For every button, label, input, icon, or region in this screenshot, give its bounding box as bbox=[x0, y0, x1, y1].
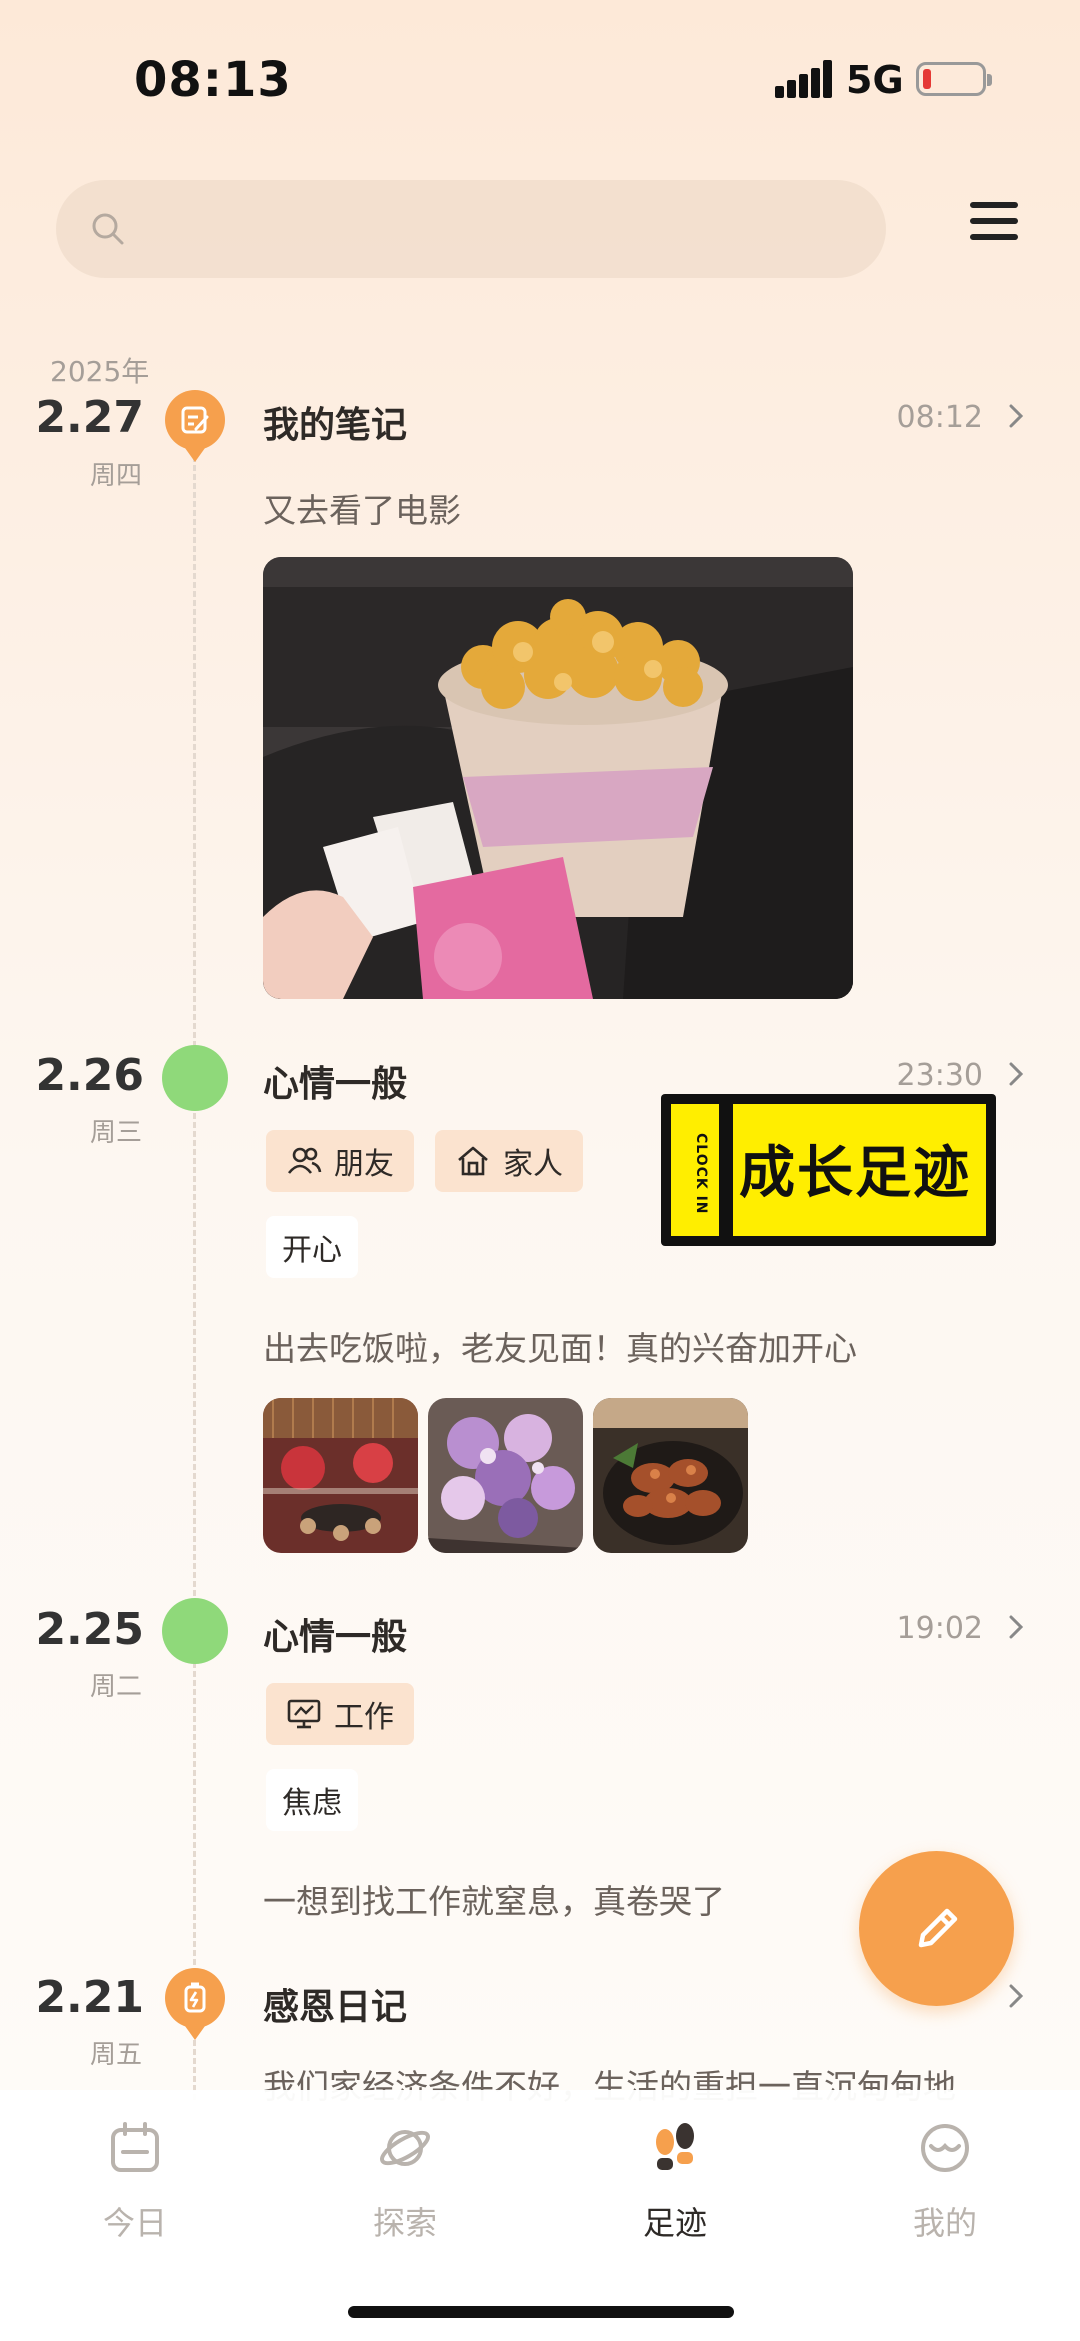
search-input[interactable] bbox=[56, 180, 886, 278]
entry-date: 2.26 bbox=[35, 1050, 144, 1101]
mood-tag[interactable]: 焦虑 bbox=[266, 1769, 358, 1831]
battery-icon bbox=[916, 62, 992, 96]
entry-text: 出去吃饭啦，老友见面！真的兴奋加开心 bbox=[263, 1329, 857, 1368]
entry-title[interactable]: 我的笔记 bbox=[263, 396, 407, 448]
footprints-icon bbox=[656, 2123, 694, 2170]
tag-family[interactable]: 家人 bbox=[435, 1130, 583, 1192]
smiley-icon bbox=[921, 2124, 969, 2172]
entry-title[interactable]: 感恩日记 bbox=[263, 1978, 407, 2030]
entry-photo-restaurant[interactable] bbox=[263, 1398, 418, 1553]
tag-label: 工作 bbox=[334, 1700, 394, 1735]
menu-icon[interactable] bbox=[970, 202, 1020, 242]
entry-weekday: 周三 bbox=[89, 1118, 142, 1148]
nav-label: 探索 bbox=[372, 2204, 437, 2242]
network-type: 5G bbox=[846, 58, 904, 102]
signal-icon bbox=[775, 60, 832, 98]
entry-weekday: 周四 bbox=[89, 461, 142, 491]
clock-in-title: 成长足迹 bbox=[739, 1141, 971, 1206]
chevron-right-icon[interactable] bbox=[1004, 1062, 1028, 1086]
nav-label: 今日 bbox=[102, 2204, 167, 2242]
entry-time: 19:02 bbox=[896, 1611, 983, 1646]
entry-text: 一想到找工作就窒息，真卷哭了 bbox=[263, 1882, 725, 1921]
chevron-right-icon[interactable] bbox=[1004, 1615, 1028, 1639]
entry-date: 2.27 bbox=[35, 392, 144, 443]
chevron-right-icon[interactable] bbox=[1004, 404, 1028, 428]
tag-work[interactable]: 工作 bbox=[266, 1683, 414, 1745]
entry-text: 又去看了电影 bbox=[263, 491, 461, 530]
people-icon bbox=[287, 1147, 322, 1174]
entry-date: 2.21 bbox=[35, 1972, 144, 2023]
entry-date: 2.25 bbox=[35, 1604, 144, 1655]
status-bar: 08:13 5G bbox=[0, 0, 1080, 160]
clock-in-label: CLOCK IN bbox=[693, 1133, 709, 1215]
chevron-right-icon[interactable] bbox=[1004, 1984, 1028, 2008]
entry-photo-food[interactable] bbox=[593, 1398, 748, 1553]
nav-today[interactable]: 今日 bbox=[55, 2120, 215, 2244]
monitor-icon bbox=[287, 1699, 321, 1729]
nav-label: 我的 bbox=[912, 2204, 977, 2242]
mood-tag[interactable]: 开心 bbox=[266, 1216, 358, 1278]
mood-indicator bbox=[162, 1598, 228, 1664]
status-time: 08:13 bbox=[134, 52, 292, 108]
note-icon bbox=[165, 390, 225, 462]
entry-weekday: 周五 bbox=[89, 2040, 142, 2070]
tag-label: 朋友 bbox=[334, 1147, 394, 1182]
entry-title[interactable]: 心情一般 bbox=[263, 1608, 407, 1660]
bottom-nav: 今日 探索 足迹 我的 bbox=[0, 2090, 1080, 2341]
year-label: 2025年 bbox=[50, 355, 150, 388]
entry-weekday: 周二 bbox=[89, 1672, 142, 1702]
compose-button[interactable] bbox=[859, 1851, 1014, 2006]
calendar-icon bbox=[111, 2122, 159, 2172]
timeline-line bbox=[193, 420, 196, 2100]
entry-time: 08:12 bbox=[896, 400, 983, 435]
search-icon bbox=[92, 213, 124, 245]
nav-label: 足迹 bbox=[642, 2204, 707, 2242]
home-indicator bbox=[348, 2306, 734, 2318]
house-icon bbox=[458, 1146, 488, 1176]
entry-photo-flowers[interactable] bbox=[428, 1398, 583, 1553]
entry-title[interactable]: 心情一般 bbox=[263, 1055, 407, 1107]
nav-mine[interactable]: 我的 bbox=[865, 2120, 1025, 2244]
pencil-icon bbox=[918, 1908, 957, 1947]
mood-indicator bbox=[162, 1045, 228, 1111]
tag-friends[interactable]: 朋友 bbox=[266, 1130, 414, 1192]
planet-icon bbox=[380, 2130, 430, 2166]
gratitude-icon bbox=[165, 1968, 225, 2040]
nav-explore[interactable]: 探索 bbox=[325, 2120, 485, 2244]
nav-footprints[interactable]: 足迹 bbox=[595, 2120, 755, 2244]
entry-photo-popcorn[interactable] bbox=[263, 557, 853, 999]
entry-time: 23:30 bbox=[896, 1058, 983, 1093]
clock-in-badge[interactable]: CLOCK IN 成长足迹 bbox=[661, 1094, 996, 1246]
tag-label: 家人 bbox=[503, 1147, 563, 1182]
